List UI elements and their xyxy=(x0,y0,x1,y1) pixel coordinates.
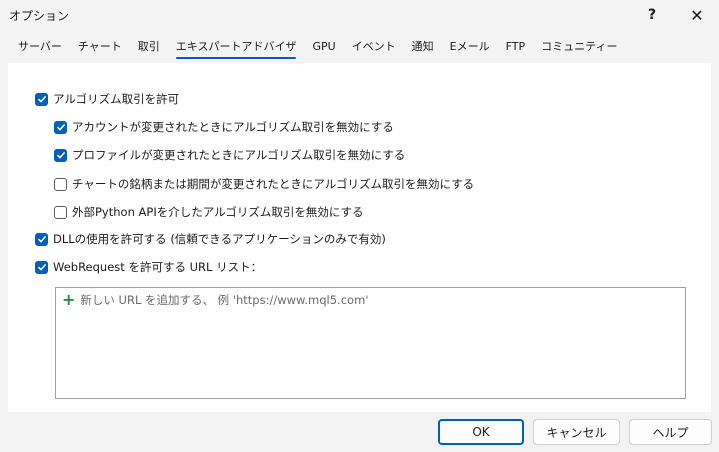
help-button[interactable]: ヘルプ xyxy=(629,419,712,445)
help-title-button[interactable]: ? xyxy=(630,0,674,30)
disable-on-profile-change-option[interactable]: プロファイルが変更されたときにアルゴリズム取引を無効にする xyxy=(54,147,405,163)
title-bar: オプション ? ✕ xyxy=(0,0,719,30)
allow-dll-option[interactable]: DLLの使用を許可する (信頼できるアプリケーションのみで有効) xyxy=(35,231,386,247)
tab-ftp[interactable]: FTP xyxy=(498,38,534,60)
disable-on-symbol-change-checkbox[interactable] xyxy=(54,177,67,191)
close-button[interactable]: ✕ xyxy=(675,0,719,30)
window-title: オプション xyxy=(9,9,70,23)
options-dialog: オプション ? ✕ サーバー チャート 取引 エキスパートアドバイザ GPU イ… xyxy=(0,0,719,452)
checkmark-icon xyxy=(37,263,46,271)
add-url-placeholder: 新しい URL を追加する、 例 'https://www.mql5.com' xyxy=(80,293,369,307)
tab-email[interactable]: Eメール xyxy=(442,38,498,60)
disable-on-account-change-label: アカウントが変更されたときにアルゴリズム取引を無効にする xyxy=(72,120,394,134)
allow-dll-checkbox[interactable] xyxy=(35,232,48,246)
checkmark-icon xyxy=(37,235,46,243)
checkmark-icon xyxy=(37,95,46,103)
disable-on-profile-change-label: プロファイルが変更されたときにアルゴリズム取引を無効にする xyxy=(72,148,406,162)
plus-icon: + xyxy=(62,290,76,309)
disable-external-python-checkbox[interactable] xyxy=(54,205,67,219)
expert-advisors-panel: アルゴリズム取引を許可 アカウントが変更されたときにアルゴリズム取引を無効にする… xyxy=(8,63,711,412)
disable-external-python-label: 外部Python APIを介したアルゴリズム取引を無効にする xyxy=(72,205,364,219)
disable-external-python-option[interactable]: 外部Python APIを介したアルゴリズム取引を無効にする xyxy=(54,204,363,220)
allow-algo-trading-checkbox[interactable] xyxy=(35,92,48,106)
add-url-item[interactable]: + 新しい URL を追加する、 例 'https://www.mql5.com… xyxy=(62,292,368,308)
tab-chart[interactable]: チャート xyxy=(70,38,130,60)
checkmark-icon xyxy=(56,123,65,131)
cancel-button[interactable]: キャンセル xyxy=(533,419,620,445)
tab-bar: サーバー チャート 取引 エキスパートアドバイザ GPU イベント 通知 Eメー… xyxy=(10,38,625,60)
disable-on-symbol-change-label: チャートの銘柄または期間が変更されたときにアルゴリズム取引を無効にする xyxy=(72,177,475,191)
tab-events[interactable]: イベント xyxy=(344,38,404,60)
checkmark-icon xyxy=(56,151,65,159)
tab-trade[interactable]: 取引 xyxy=(130,38,168,60)
ok-button[interactable]: OK xyxy=(438,419,524,445)
allow-algo-trading-option[interactable]: アルゴリズム取引を許可 xyxy=(35,91,179,107)
disable-on-account-change-option[interactable]: アカウントが変更されたときにアルゴリズム取引を無効にする xyxy=(54,119,394,135)
allow-algo-trading-label: アルゴリズム取引を許可 xyxy=(53,92,180,106)
disable-on-symbol-change-option[interactable]: チャートの銘柄または期間が変更されたときにアルゴリズム取引を無効にする xyxy=(54,176,474,192)
url-list[interactable]: + 新しい URL を追加する、 例 'https://www.mql5.com… xyxy=(55,287,686,399)
tab-notifications[interactable]: 通知 xyxy=(404,38,442,60)
tab-gpu[interactable]: GPU xyxy=(304,38,343,60)
disable-on-account-change-checkbox[interactable] xyxy=(54,120,67,134)
allow-webrequest-label: WebRequest を許可する URL リスト： xyxy=(53,260,263,274)
disable-on-profile-change-checkbox[interactable] xyxy=(54,148,67,162)
allow-webrequest-checkbox[interactable] xyxy=(35,260,48,274)
allow-dll-label: DLLの使用を許可する (信頼できるアプリケーションのみで有効) xyxy=(53,232,386,246)
allow-webrequest-option[interactable]: WebRequest を許可する URL リスト： xyxy=(35,259,262,275)
tab-expert-advisors[interactable]: エキスパートアドバイザ xyxy=(168,38,305,60)
tab-community[interactable]: コミュニティー xyxy=(533,38,625,60)
tab-server[interactable]: サーバー xyxy=(10,38,70,60)
